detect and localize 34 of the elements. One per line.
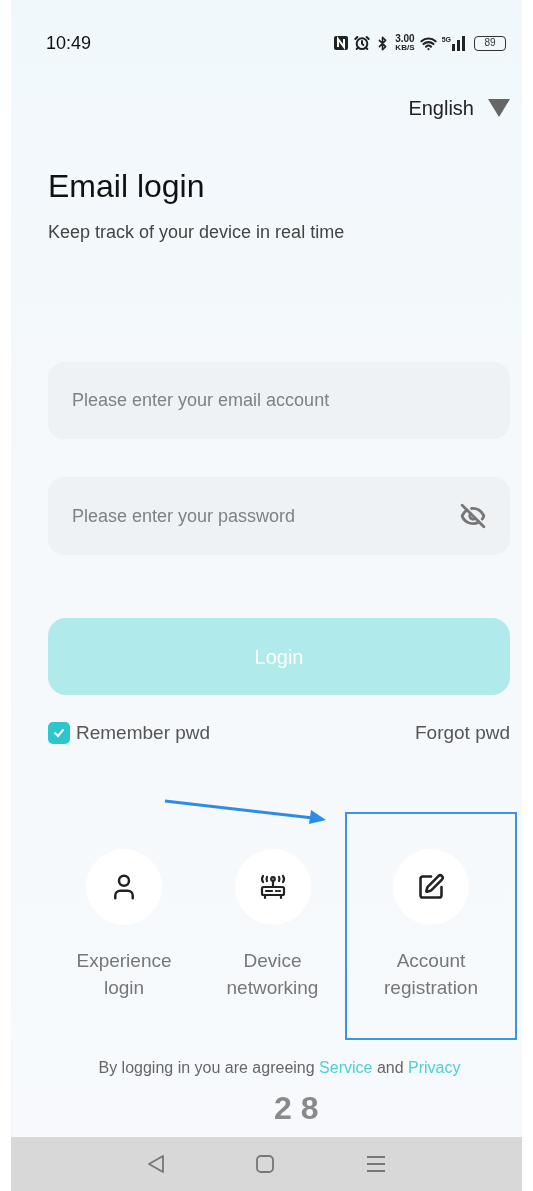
speed-value: 3.00	[395, 34, 415, 44]
back-icon[interactable]	[146, 1154, 165, 1174]
shortcut-label: Experience	[76, 949, 172, 973]
page-number: 2 8	[274, 1092, 319, 1124]
email-field[interactable]: Please enter your email account	[48, 362, 510, 439]
speed-unit: KB/S	[395, 44, 415, 52]
shortcut-item[interactable]: Device networking	[200, 812, 345, 1040]
language-selector[interactable]: English	[408, 93, 510, 123]
alarm-icon	[354, 35, 371, 51]
shortcut-item[interactable]: Account registration	[345, 812, 517, 1040]
password-field[interactable]: Please enter your password	[48, 477, 510, 555]
wifi-icon	[419, 34, 437, 52]
eye-off-icon[interactable]	[460, 503, 486, 529]
shortcut-label: registration	[384, 976, 478, 1000]
status-time: 10:49	[46, 32, 92, 54]
shortcut-label: login	[103, 976, 145, 1000]
home-icon[interactable]	[256, 1155, 275, 1173]
battery-indicator: 89	[474, 35, 506, 51]
remember-checkbox[interactable]: Remember pwd	[48, 718, 211, 748]
signal-icon	[452, 35, 466, 51]
agreement-text: By logging in you are agreeing Service and Privacy	[97, 1058, 462, 1078]
shortcut-label: Account	[396, 949, 466, 973]
check-icon	[52, 726, 66, 740]
dropdown-icon	[488, 99, 510, 117]
shortcut-label: networking	[226, 976, 319, 1000]
checkbox[interactable]	[48, 722, 70, 744]
edit-icon	[417, 873, 445, 901]
forgot-password-link[interactable]: Forgot pwd	[414, 718, 510, 748]
menu-icon[interactable]	[366, 1155, 387, 1173]
shortcut-label: Device	[243, 949, 302, 973]
page-title: Email login	[48, 168, 206, 204]
nfc-icon	[333, 35, 350, 51]
shortcut-item[interactable]: Experience login	[48, 812, 200, 1040]
page-subtitle: Keep track of your device in real time	[48, 221, 346, 244]
